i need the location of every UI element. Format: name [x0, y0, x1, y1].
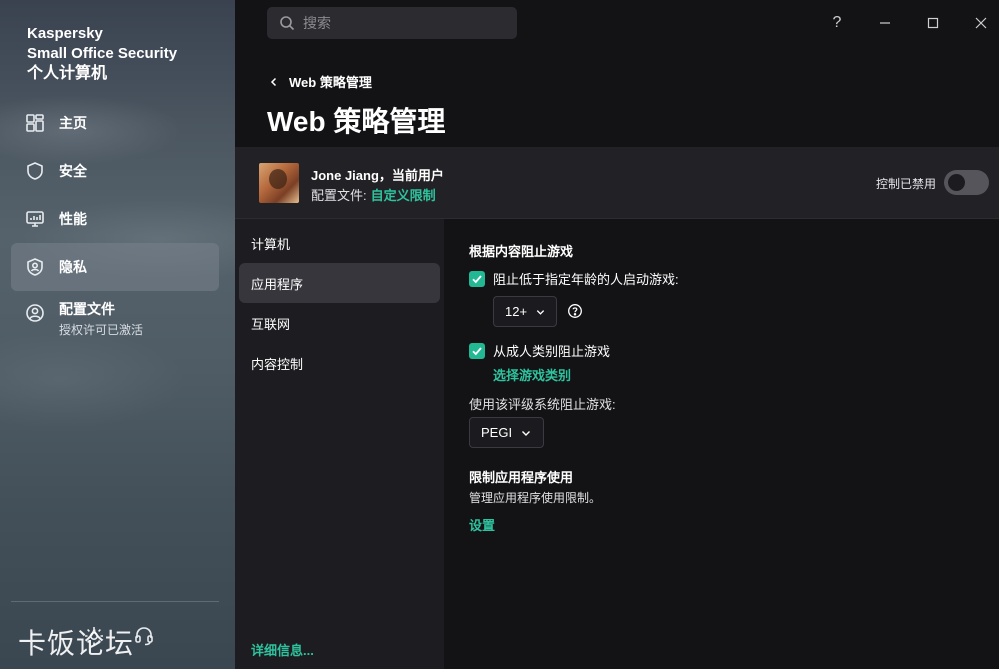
maximize-button[interactable]	[922, 12, 944, 34]
subnav-item-internet[interactable]: 互联网	[239, 303, 440, 343]
checkmark-icon	[472, 274, 482, 283]
profile-link[interactable]: 自定义限制	[371, 188, 436, 203]
breadcrumb-label: Web 策略管理	[289, 75, 372, 90]
control-status-label: 控制已禁用	[876, 177, 937, 191]
sidebar-item-label: 隐私	[59, 259, 87, 275]
settings-link[interactable]: 设置	[469, 515, 495, 534]
search-input[interactable]: 搜索	[267, 7, 517, 39]
rating-system-label: 使用该评级系统阻止游戏:	[469, 397, 616, 412]
brand-line-2: Small Office Security	[27, 45, 178, 62]
monitor-icon	[25, 209, 45, 229]
user-bar: Jone Jiang，当前用户 配置文件: 自定义限制 控制已禁用	[235, 147, 999, 219]
more-info-link[interactable]: 详细信息...	[251, 640, 314, 659]
sidebar-nav: 主页 安全 性能 隐私 配置文件 授权许可已激活	[11, 99, 219, 345]
sidebar-item-security[interactable]: 安全	[11, 147, 219, 195]
search-placeholder: 搜索	[303, 15, 331, 31]
user-name: Jone Jiang，当前用户	[311, 168, 444, 183]
close-icon	[975, 17, 987, 29]
user-profile: 配置文件: 自定义限制	[311, 185, 436, 204]
main-content: 根据内容阻止游戏 阻止低于指定年龄的人启动游戏: 12+ 从成人类别阻止游戏 选…	[444, 219, 999, 669]
brand-line-1: Kaspersky	[27, 25, 103, 42]
sidebar-divider	[11, 601, 219, 602]
rating-system-value: PEGI	[481, 425, 513, 440]
section-title-block-games: 根据内容阻止游戏	[469, 244, 574, 259]
shield-icon	[25, 161, 45, 181]
page-title: Web 策略管理	[267, 106, 446, 137]
privacy-shield-icon	[25, 257, 45, 277]
age-block-label: 阻止低于指定年龄的人启动游戏:	[493, 272, 679, 287]
license-status: 授权许可已激活	[59, 323, 144, 337]
support-headset-icon[interactable]	[132, 624, 156, 648]
subnav-item-computer[interactable]: 计算机	[239, 223, 440, 263]
age-dropdown-value: 12+	[505, 304, 528, 319]
help-button[interactable]: ?	[826, 12, 848, 34]
toggle-knob	[948, 174, 965, 191]
subnav-item-applications[interactable]: 应用程序	[239, 263, 440, 303]
profile-label: 配置文件:	[311, 188, 367, 203]
avatar	[259, 163, 299, 203]
adult-block-checkbox[interactable]	[469, 342, 485, 359]
minimize-button[interactable]	[874, 12, 896, 34]
help-circle-icon[interactable]	[567, 303, 583, 319]
sidebar-footer	[22, 624, 156, 648]
sidebar-item-privacy[interactable]: 隐私	[11, 243, 219, 291]
adult-block-label: 从成人类别阻止游戏	[493, 344, 611, 359]
search-icon	[280, 16, 295, 31]
sub-navigation: 计算机 应用程序 互联网 内容控制 详细信息...	[235, 219, 444, 669]
close-button[interactable]	[970, 12, 992, 34]
dashboard-icon	[25, 113, 45, 133]
user-circle-icon	[25, 303, 45, 323]
sidebar-item-label: 配置文件	[59, 301, 115, 317]
sidebar-item-label: 安全	[59, 163, 87, 179]
brand-title: Kaspersky Small Office Security 个人计算机	[27, 24, 177, 84]
sidebar-item-profile[interactable]: 配置文件 授权许可已激活	[11, 291, 219, 345]
sidebar-item-label: 主页	[59, 115, 87, 131]
age-dropdown[interactable]: 12+	[493, 296, 557, 327]
settings-icon[interactable]	[82, 624, 106, 648]
checkmark-icon	[472, 346, 482, 355]
limit-apps-description: 管理应用程序使用限制。	[469, 491, 602, 505]
adult-block-row: 从成人类别阻止游戏	[469, 341, 610, 360]
age-block-checkbox[interactable]	[469, 270, 485, 287]
rating-system-dropdown[interactable]: PEGI	[469, 417, 544, 448]
sidebar-item-performance[interactable]: 性能	[11, 195, 219, 243]
brand-line-3: 个人计算机	[27, 65, 108, 82]
control-toggle[interactable]	[944, 170, 989, 195]
choose-category-link[interactable]: 选择游戏类别	[493, 365, 571, 384]
minimize-icon	[880, 22, 890, 24]
chevron-left-icon	[270, 77, 277, 86]
maximize-icon	[927, 17, 939, 29]
subnav-item-content-control[interactable]: 内容控制	[239, 343, 440, 383]
chevron-down-icon	[522, 430, 531, 436]
sidebar: Kaspersky Small Office Security 个人计算机 主页…	[0, 0, 235, 669]
chevron-down-icon	[536, 309, 545, 315]
sidebar-item-label: 性能	[59, 211, 87, 227]
age-block-row: 阻止低于指定年龄的人启动游戏:	[469, 269, 679, 288]
back-breadcrumb[interactable]: Web 策略管理	[269, 72, 372, 91]
section-title-limit-apps: 限制应用程序使用	[469, 470, 574, 485]
sidebar-item-home[interactable]: 主页	[11, 99, 219, 147]
